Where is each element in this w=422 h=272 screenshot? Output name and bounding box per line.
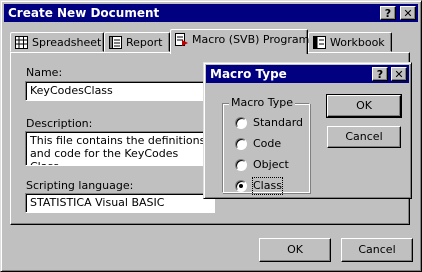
title-bar: Create New Document ? ✕ [4, 4, 418, 22]
window-title: Create New Document [8, 6, 160, 20]
macro-help-button[interactable]: ? [372, 67, 388, 81]
tab-macro-svb-program[interactable]: Macro (SVB) Program [170, 29, 310, 54]
tab-label: Macro (SVB) Program [192, 33, 310, 46]
tab-report[interactable]: Report [104, 32, 170, 52]
macro-type-title: Macro Type [210, 67, 287, 81]
name-field[interactable]: KeyCodesClass [25, 81, 215, 101]
description-field[interactable]: This file contains the definitions and c… [25, 131, 215, 166]
description-label: Description: [26, 117, 93, 130]
tab-spreadsheet[interactable]: Spreadsheet [10, 32, 104, 52]
ok-button[interactable]: OK [259, 238, 331, 262]
radio-code-circle[interactable] [235, 138, 247, 150]
tab-label: Workbook [330, 36, 385, 49]
radio-class-circle[interactable] [235, 180, 247, 192]
macro-type-dialog: Macro Type ? ✕ Macro Type Standard Code … [203, 62, 412, 199]
radio-standard-label: Standard [253, 116, 304, 129]
close-button[interactable]: ✕ [400, 6, 416, 20]
report-icon [109, 36, 122, 49]
tab-label: Spreadsheet [32, 36, 102, 49]
radio-standard-circle[interactable] [235, 117, 247, 129]
workbook-icon [313, 36, 326, 49]
radio-object-label: Object [253, 158, 289, 171]
radio-selected-dot [239, 184, 243, 188]
cancel-button[interactable]: Cancel [341, 238, 413, 262]
macro-type-group-label: Macro Type [229, 96, 296, 109]
scripting-language-label: Scripting language: [26, 179, 134, 192]
macro-type-group: Macro Type Standard Code Object Class [222, 96, 310, 195]
radio-object-circle[interactable] [235, 159, 247, 171]
radio-class-label: Class [252, 177, 283, 195]
spreadsheet-icon [15, 36, 28, 49]
macro-type-title-bar: Macro Type ? ✕ [206, 65, 409, 83]
name-label: Name: [26, 66, 63, 79]
tab-workbook[interactable]: Workbook [308, 32, 392, 52]
macro-ok-button[interactable]: OK [326, 94, 402, 118]
macro-close-button[interactable]: ✕ [391, 67, 407, 81]
radio-code-label: Code [253, 137, 282, 150]
tab-label: Report [126, 36, 163, 49]
scripting-language-field[interactable]: STATISTICA Visual BASIC [25, 193, 215, 213]
macro-program-icon [175, 33, 188, 46]
macro-cancel-button[interactable]: Cancel [327, 126, 401, 148]
help-button[interactable]: ? [380, 6, 396, 20]
